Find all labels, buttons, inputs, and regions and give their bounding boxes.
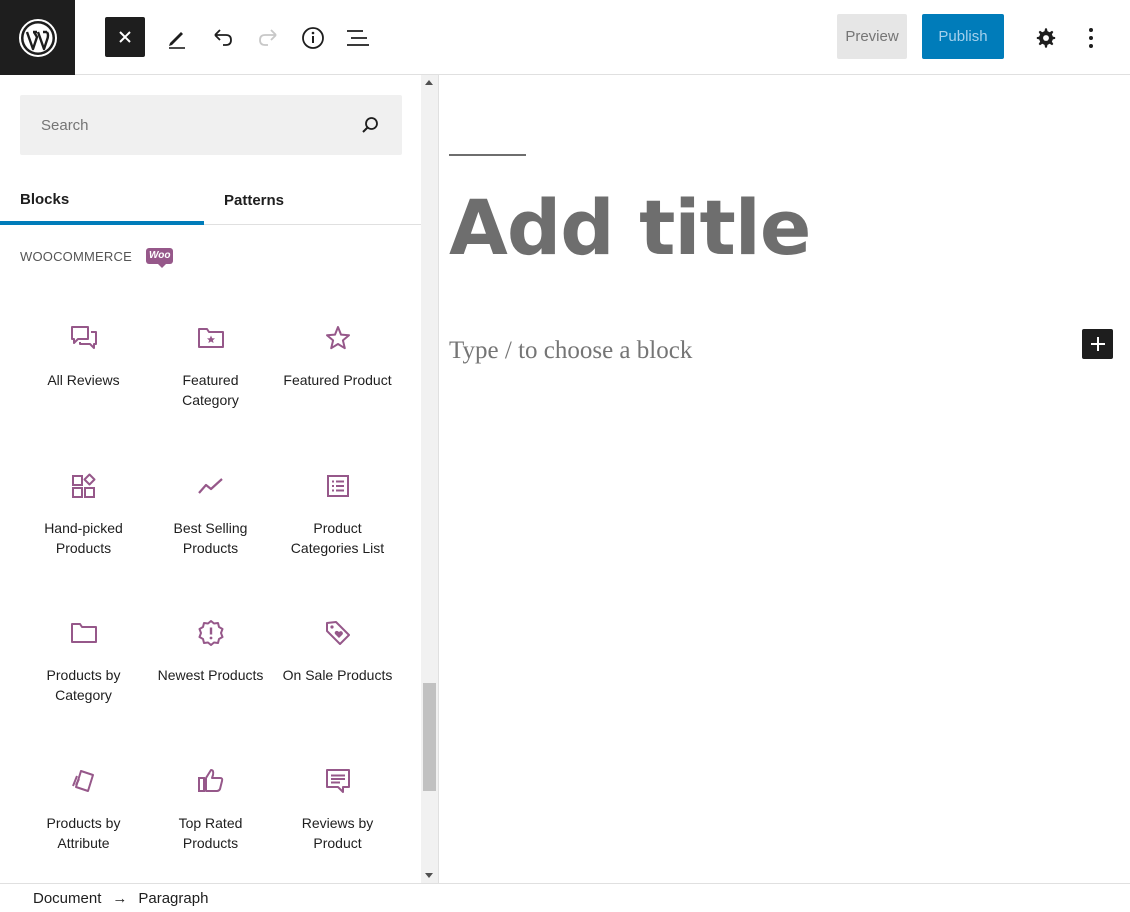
block-label: Best Selling Products [173, 520, 248, 556]
info-icon [302, 27, 324, 49]
block-item-products-by-category[interactable]: Products by Category [20, 615, 147, 755]
reviews-icon [70, 326, 97, 349]
preview-button[interactable]: Preview [837, 14, 907, 59]
block-category-header: WOOCOMMERCE Woo [20, 248, 174, 268]
folder-star-icon [197, 328, 224, 348]
close-icon [119, 31, 131, 43]
options-button[interactable] [1071, 18, 1111, 58]
trend-line-icon [197, 478, 223, 494]
block-breadcrumb: Document → Paragraph [0, 883, 1130, 912]
scroll-up-arrow-icon[interactable] [425, 80, 433, 85]
block-label: Products by Attribute [46, 815, 121, 851]
cards-icon [71, 770, 94, 792]
scrollbar-thumb[interactable] [423, 683, 436, 791]
woocommerce-logo: Woo [145, 248, 174, 268]
search-box [20, 95, 402, 155]
thumbs-up-icon [197, 769, 223, 792]
category-label: WOOCOMMERCE [20, 248, 132, 264]
tag-heart-icon [325, 621, 350, 645]
star-icon [325, 326, 350, 350]
block-item-on-sale-products[interactable]: On Sale Products [274, 615, 401, 755]
folder-icon [70, 623, 97, 643]
add-block-button[interactable] [1082, 329, 1113, 359]
search-input[interactable] [20, 95, 350, 155]
wordpress-logo-button[interactable] [0, 0, 75, 75]
list-icon [326, 475, 349, 497]
breadcrumb-document[interactable]: Document [33, 890, 101, 907]
block-item-reviews-by-product[interactable]: Reviews by Product [274, 763, 401, 883]
undo-icon [214, 29, 232, 46]
paragraph-block-placeholder[interactable]: Type / to choose a block [449, 337, 692, 365]
new-badge-icon [198, 620, 223, 646]
block-item-all-reviews[interactable]: All Reviews [20, 320, 147, 460]
gear-icon [1036, 28, 1056, 48]
list-view-icon [347, 30, 369, 46]
block-item-products-by-attribute[interactable]: Products by Attribute [20, 763, 147, 883]
inserter-scrollbar[interactable] [421, 75, 438, 883]
list-view-button[interactable] [338, 18, 378, 58]
block-label: Reviews by Product [301, 815, 374, 851]
block-label: Featured Category [182, 372, 239, 408]
redo-icon [259, 29, 277, 46]
title-separator [449, 154, 526, 156]
block-item-top-rated-products[interactable]: Top Rated Products [147, 763, 274, 883]
publish-button[interactable]: Publish [922, 14, 1004, 59]
tools-button[interactable] [157, 18, 197, 58]
details-button[interactable] [293, 18, 333, 58]
block-label: Featured Product [283, 372, 392, 388]
block-label: Products by Category [46, 667, 121, 703]
tab-blocks[interactable]: Blocks [0, 175, 204, 225]
editor-canvas: Add title Type / to choose a block [439, 75, 1130, 883]
block-item-product-categories-list[interactable]: Product Categories List [274, 468, 401, 608]
wordpress-logo-icon [18, 18, 57, 57]
block-item-hand-picked-products[interactable]: Hand-picked Products [20, 468, 147, 608]
block-item-newest-products[interactable]: Newest Products [147, 615, 274, 755]
toggle-inserter-button[interactable] [105, 17, 145, 57]
undo-button[interactable] [203, 18, 243, 58]
block-label: Hand-picked Products [44, 520, 123, 556]
redo-button[interactable] [248, 18, 288, 58]
block-item-featured-product[interactable]: Featured Product [274, 320, 401, 460]
post-title-input[interactable]: Add title [449, 183, 811, 273]
settings-button[interactable] [1026, 18, 1066, 58]
comment-icon [325, 769, 350, 793]
block-inserter-panel: Blocks Patterns WOOCOMMERCE Woo All Revi… [0, 75, 421, 883]
block-label: On Sale Products [282, 667, 393, 683]
inserter-tabs: Blocks Patterns [0, 175, 421, 225]
block-item-best-selling-products[interactable]: Best Selling Products [147, 468, 274, 608]
breadcrumb-paragraph[interactable]: Paragraph [138, 890, 208, 907]
editor-header: Preview Publish [0, 0, 1130, 75]
block-label: All Reviews [47, 372, 120, 388]
block-label: Newest Products [157, 667, 264, 683]
breadcrumb-separator: → [112, 889, 128, 907]
scroll-down-arrow-icon[interactable] [425, 873, 433, 878]
grid-pick-icon [71, 473, 95, 498]
more-vertical-icon [1089, 28, 1093, 48]
search-icon [362, 117, 378, 133]
pencil-icon [169, 32, 185, 49]
plus-icon [1090, 337, 1105, 351]
block-item-featured-category[interactable]: Featured Category [147, 320, 274, 460]
tab-patterns[interactable]: Patterns [204, 175, 304, 225]
block-label: Top Rated Products [178, 815, 243, 851]
block-label: Product Categories List [290, 520, 385, 556]
